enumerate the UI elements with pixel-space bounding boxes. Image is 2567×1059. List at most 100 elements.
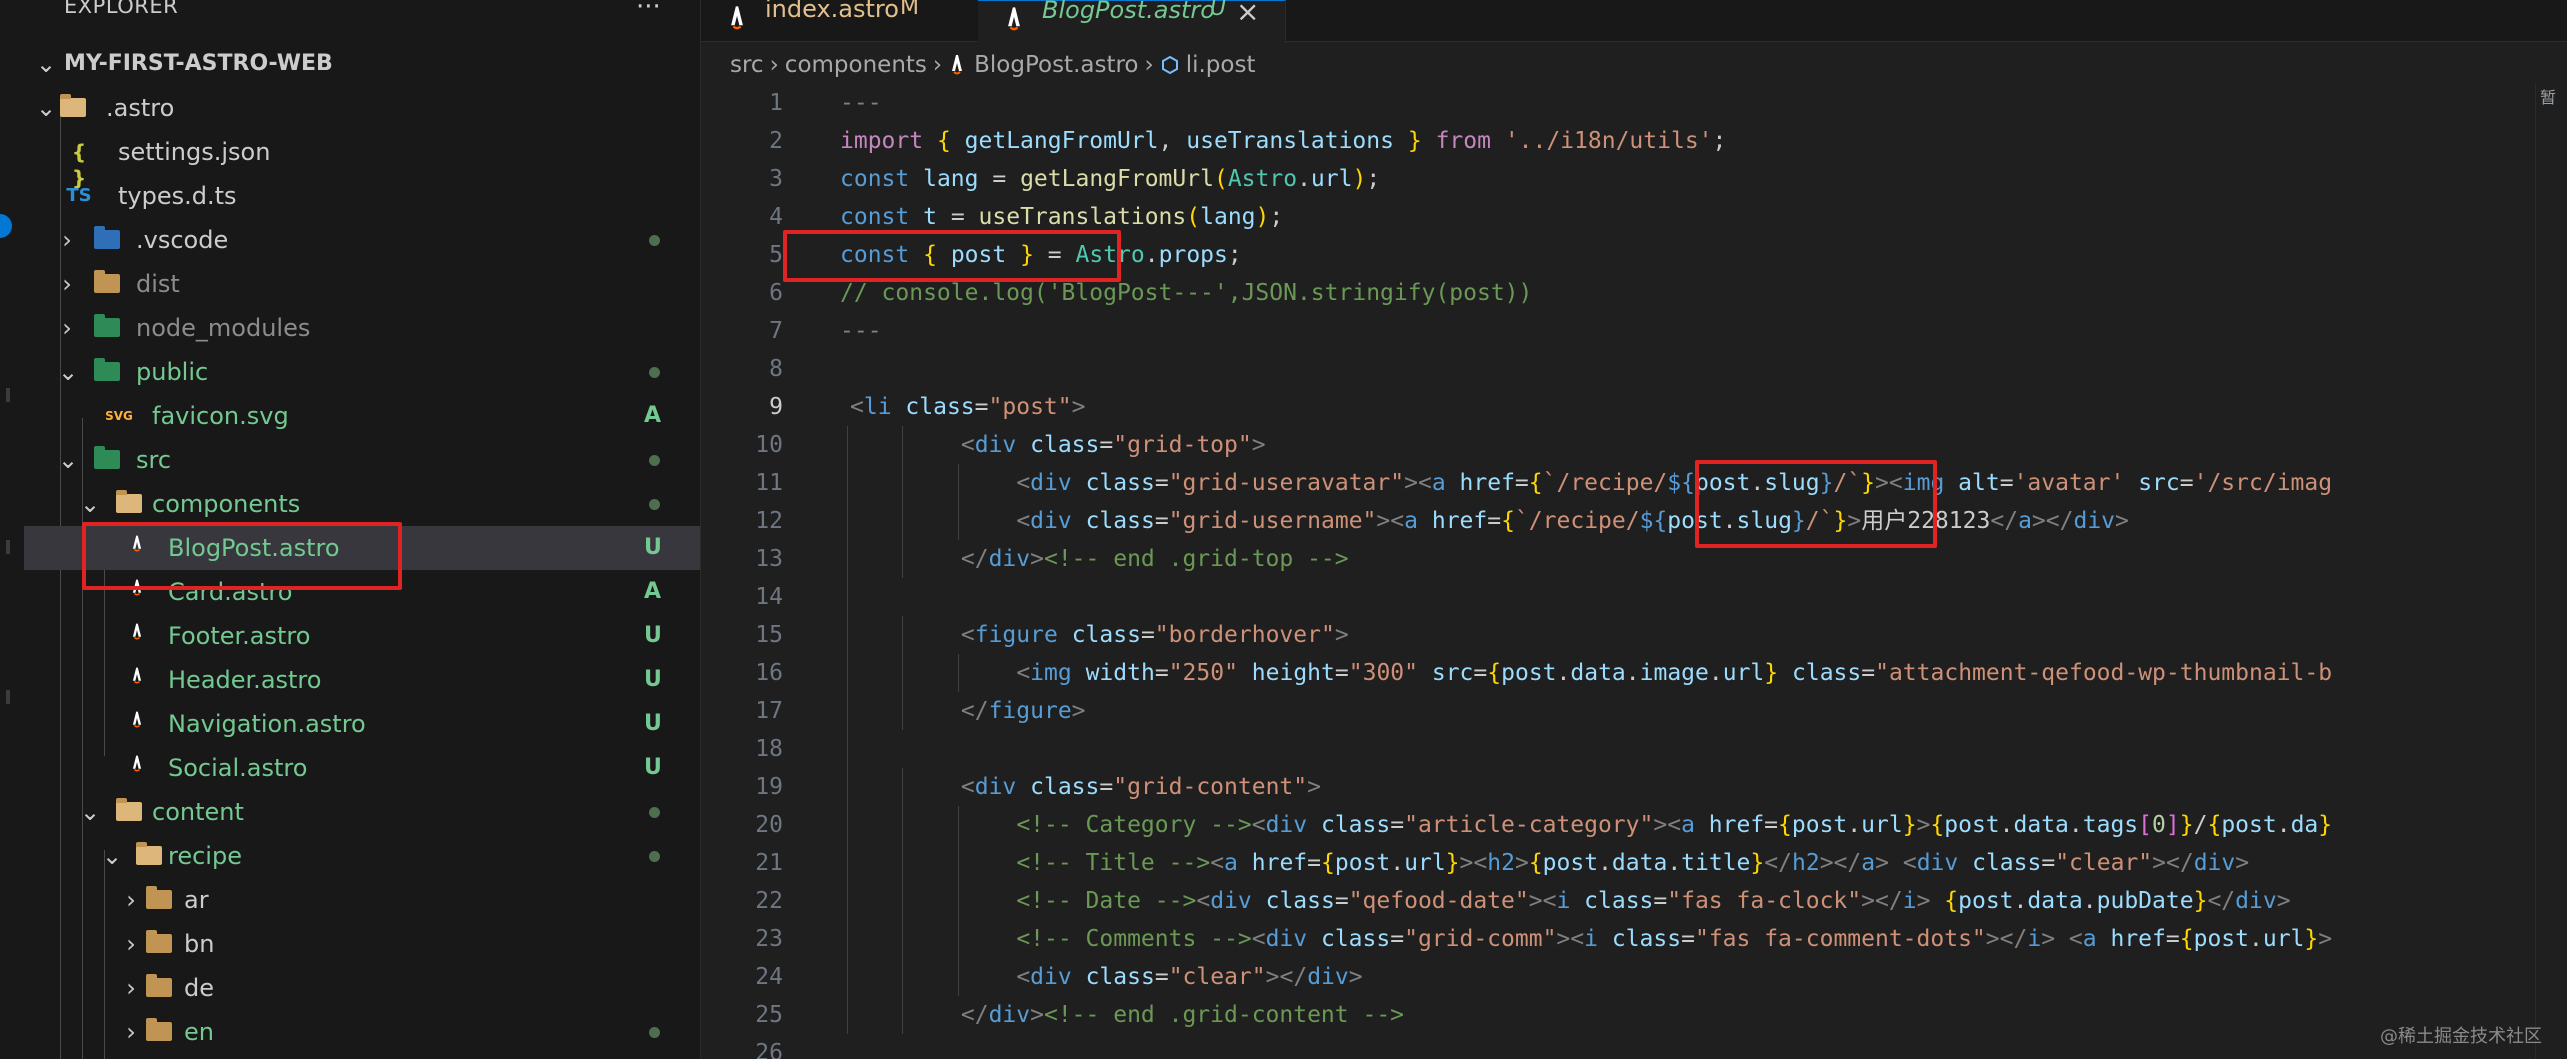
code-text: <!-- Date --><div class="qefood-date"><i… (1016, 888, 2291, 914)
tree-item-label: node_modules (136, 314, 311, 342)
code-text: --- (840, 90, 882, 116)
line-number: 7 (769, 318, 783, 344)
chevron-right-icon: › (62, 226, 72, 254)
tree-file-social-astro[interactable]: Social.astro U (24, 746, 700, 790)
code-line[interactable]: 23 <!-- Comments --><div class="grid-com… (701, 920, 2567, 958)
indent-guide (847, 616, 848, 654)
code-line[interactable]: 24 <div class="clear"></div> (701, 958, 2567, 996)
code-line[interactable]: 21 <!-- Title --><a href={post.url}><h2>… (701, 844, 2567, 882)
tree-root-folder[interactable]: ⌄ MY-FIRST-ASTRO-WEB (24, 42, 700, 86)
more-actions-icon[interactable]: ··· (636, 0, 661, 22)
line-number: 8 (769, 356, 783, 382)
code-line[interactable]: 14 (701, 578, 2567, 616)
tree-file-header-astro[interactable]: Header.astro U (24, 658, 700, 702)
explorer-sidebar: EXPLORER ··· ⌄ MY-FIRST-ASTRO-WEB ⌄ .ast… (24, 0, 701, 1059)
code-line[interactable]: 1 --- (701, 84, 2567, 122)
line-number: 16 (755, 660, 783, 686)
code-text: <div class="grid-top"> (960, 432, 1266, 458)
tree-folder-components[interactable]: ⌄ components (24, 482, 700, 526)
code-line[interactable]: 26 (701, 1034, 2567, 1059)
code-line[interactable]: 18 (701, 730, 2567, 768)
code-line[interactable]: 17 </figure> (701, 692, 2567, 730)
line-number: 20 (755, 812, 783, 838)
indent-guide (847, 920, 848, 958)
tree-file-favicon-svg[interactable]: SVG favicon.svg A (24, 394, 700, 438)
tree-folder-public[interactable]: ⌄ public (24, 350, 700, 394)
accounts-indicator-icon[interactable] (0, 214, 12, 238)
code-text: <div class="grid-username"><a href={`/re… (1016, 508, 2129, 534)
breadcrumb-item[interactable]: li.post (1186, 52, 1256, 78)
chevron-right-icon: › (126, 930, 136, 958)
tree-item-label: favicon.svg (152, 402, 289, 430)
code-text: <div class="grid-useravatar"><a href={`/… (1016, 470, 2333, 496)
tree-folder-ar[interactable]: › ar (24, 878, 700, 922)
minimap[interactable]: 暂 (2535, 84, 2567, 1059)
code-line[interactable]: 9 <li class="post"> (701, 388, 2567, 426)
code-line[interactable]: 20 <!-- Category --><div class="article-… (701, 806, 2567, 844)
git-status-badge: U (644, 535, 662, 560)
tree-folder-en[interactable]: › en (24, 1010, 700, 1054)
code-line[interactable]: 22 <!-- Date --><div class="qefood-date"… (701, 882, 2567, 920)
indent-guide (847, 426, 848, 464)
code-line[interactable]: 19 <div class="grid-content"> (701, 768, 2567, 806)
node-folder-icon (94, 314, 120, 337)
code-text: <img width="250" height="300" src={post.… (1016, 660, 2333, 686)
breadcrumb: src › components › BlogPost.astro › li.post (730, 48, 1255, 82)
breadcrumb-item[interactable]: components (785, 52, 927, 78)
code-text: </div><!-- end .grid-top --> (960, 546, 1349, 572)
code-line[interactable]: 2 import { getLangFromUrl, useTranslation… (701, 122, 2567, 160)
symbol-element-icon (1161, 55, 1178, 75)
tree-folder-vscode[interactable]: › .vscode (24, 218, 700, 262)
tree-folder-recipe[interactable]: ⌄ recipe (24, 834, 700, 878)
tree-file-settings-json[interactable]: { } settings.json (24, 130, 700, 190)
indent-guide (847, 958, 848, 996)
annotation-highlight-box (82, 522, 402, 590)
tree-item-label: src (136, 446, 172, 474)
code-line[interactable]: 13 </div><!-- end .grid-top --> (701, 540, 2567, 578)
tab-blogpost-astro[interactable]: BlogPost.astro U × (978, 0, 1286, 43)
code-line[interactable]: 7 --- (701, 312, 2567, 350)
tab-index-astro[interactable]: index.astro M (701, 0, 979, 41)
code-line[interactable]: 15 <figure class="borderhover"> (701, 616, 2567, 654)
code-line[interactable]: 25 </div><!-- end .grid-content --> (701, 996, 2567, 1034)
close-icon[interactable]: × (1236, 0, 1259, 28)
tree-folder-astro[interactable]: ⌄ .astro (24, 86, 700, 130)
line-number: 10 (755, 432, 783, 458)
tree-file-footer-astro[interactable]: Footer.astro U (24, 614, 700, 658)
activity-bar (0, 0, 24, 1059)
code-line[interactable]: 12 <div class="grid-username"><a href={`… (701, 502, 2567, 540)
code-line[interactable]: 16 <img width="250" height="300" src={po… (701, 654, 2567, 692)
tree-item-label: settings.json (118, 138, 271, 166)
tree-folder-content[interactable]: ⌄ content (24, 790, 700, 834)
breadcrumb-item[interactable]: BlogPost.astro (974, 52, 1138, 78)
code-line[interactable]: 8 (701, 350, 2567, 388)
tab-label: BlogPost.astro (1042, 0, 1215, 24)
activity-mark-icon[interactable] (6, 388, 10, 402)
tree-folder-src[interactable]: ⌄ src (24, 438, 700, 482)
tree-folder-de[interactable]: › de (24, 966, 700, 1010)
line-number: 19 (755, 774, 783, 800)
svg-file-icon: SVG (105, 409, 133, 423)
code-line[interactable]: 10 <div class="grid-top"> (701, 426, 2567, 464)
code-editor[interactable]: 1 --- 2 import { getLangFromUrl, useTransla… (701, 84, 2567, 1059)
folder-icon (146, 974, 172, 997)
activity-mark-icon[interactable] (6, 690, 10, 704)
components-folder-icon (116, 490, 142, 513)
tree-file-types-d-ts[interactable]: TS types.d.ts (24, 174, 700, 218)
code-line[interactable]: 11 <div class="grid-useravatar"><a href=… (701, 464, 2567, 502)
tree-file-navigation-astro[interactable]: Navigation.astro U (24, 702, 700, 746)
tree-folder-bn[interactable]: › bn (24, 922, 700, 966)
chevron-down-icon: ⌄ (36, 50, 57, 78)
git-status-badge: A (644, 403, 662, 428)
indent-guide (847, 464, 848, 502)
activity-mark-icon[interactable] (6, 540, 10, 554)
modified-dot-icon (649, 367, 660, 378)
tree-folder-dist[interactable]: › dist (24, 262, 700, 306)
tree-item-label: bn (184, 930, 215, 958)
tree-item-label: ar (184, 886, 209, 914)
tree-folder-node-modules[interactable]: › node_modules (24, 306, 700, 350)
breadcrumb-item[interactable]: src (730, 52, 764, 78)
code-line[interactable]: 3 const lang = getLangFromUrl(Astro.url); (701, 160, 2567, 198)
indent-guide (847, 502, 848, 540)
tab-status: M (900, 0, 919, 20)
